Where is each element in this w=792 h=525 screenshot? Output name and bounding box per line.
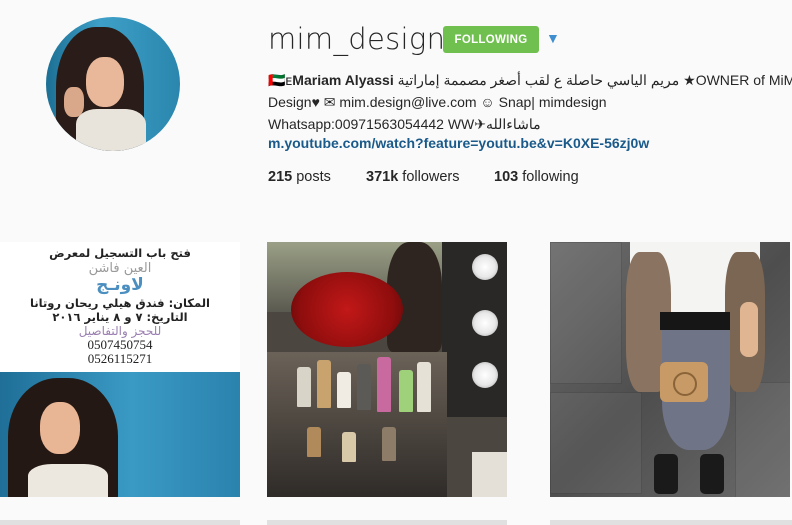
bio-line-3: Whatsapp:00971563054442 WW✈ماشاءالله — [268, 116, 541, 132]
flyer-photo — [0, 372, 240, 497]
following-button[interactable]: FOLLOWING — [443, 26, 539, 53]
post-tile-event-flyer[interactable]: فتح باب التسجيل لمعرض العين فاشن لاونـج … — [0, 242, 240, 497]
following-label: following — [518, 169, 579, 185]
profile-bio: 🇦🇪ᴇMariam Alyassi مريم الياسي حاصلة ع لق… — [268, 69, 792, 135]
followers-count: 371k — [366, 169, 399, 185]
bio-arabic-text: مريم الياسي حاصلة ع لقب أصغر مصممة إمارا… — [393, 72, 684, 88]
bio-owner-text: ★OWNER of MiM — [683, 72, 792, 88]
next-row-post[interactable] — [0, 520, 240, 525]
posts-count: 215 — [268, 169, 293, 185]
profile-username: mim_design — [268, 22, 446, 56]
profile-website-link[interactable]: m.youtube.com/watch?feature=youtu.be&v=K… — [268, 135, 649, 151]
next-row-post[interactable] — [550, 520, 792, 525]
uae-flag-icon: 🇦🇪ᴇ — [268, 72, 293, 88]
flyer-booking: للحجز والتفاصيل — [78, 324, 162, 338]
flyer-phone-2: 0526115271 — [87, 351, 153, 366]
bio-line-2: Design♥ ✉ mim.design@live.com ☺ Snap| mi… — [268, 94, 607, 110]
next-row-post[interactable] — [267, 520, 507, 525]
flyer-phone-1: 0507450754 — [87, 337, 153, 352]
following-stat[interactable]: 103 following — [494, 169, 579, 185]
roses-bouquet — [291, 272, 403, 347]
flyer-text: فتح باب التسجيل لمعرض العين فاشن لاونـج … — [0, 246, 240, 366]
flyer-line-1: فتح باب التسجيل لمعرض — [49, 246, 191, 260]
flyer-line-3: لاونـج — [96, 275, 144, 295]
flyer-line-2: العين فاشن — [88, 261, 152, 276]
post-tile-roses-vanity[interactable] — [267, 242, 507, 497]
bio-line-1: 🇦🇪ᴇMariam Alyassi مريم الياسي حاصلة ع لق… — [268, 69, 792, 91]
mirror-bulb — [472, 362, 498, 388]
profile-avatar — [46, 17, 180, 151]
flyer-venue: المكان: فندق هيلي ريحان روتانا — [30, 296, 210, 310]
followers-stat[interactable]: 371k followers — [366, 169, 460, 185]
posts-stat: 215 posts — [268, 169, 331, 185]
flyer-date: التاريخ: ٧ و ٨ يناير ٢٠١٦ — [52, 310, 188, 324]
mirror-bulb — [472, 310, 498, 336]
followers-label: followers — [398, 169, 460, 185]
chevron-down-icon[interactable]: ▼ — [546, 30, 560, 46]
mirror-bulb — [472, 254, 498, 280]
post-tile-outfit[interactable] — [550, 242, 790, 497]
following-count: 103 — [494, 169, 519, 185]
full-name: Mariam Alyassi — [292, 72, 394, 88]
posts-label: posts — [292, 169, 331, 185]
